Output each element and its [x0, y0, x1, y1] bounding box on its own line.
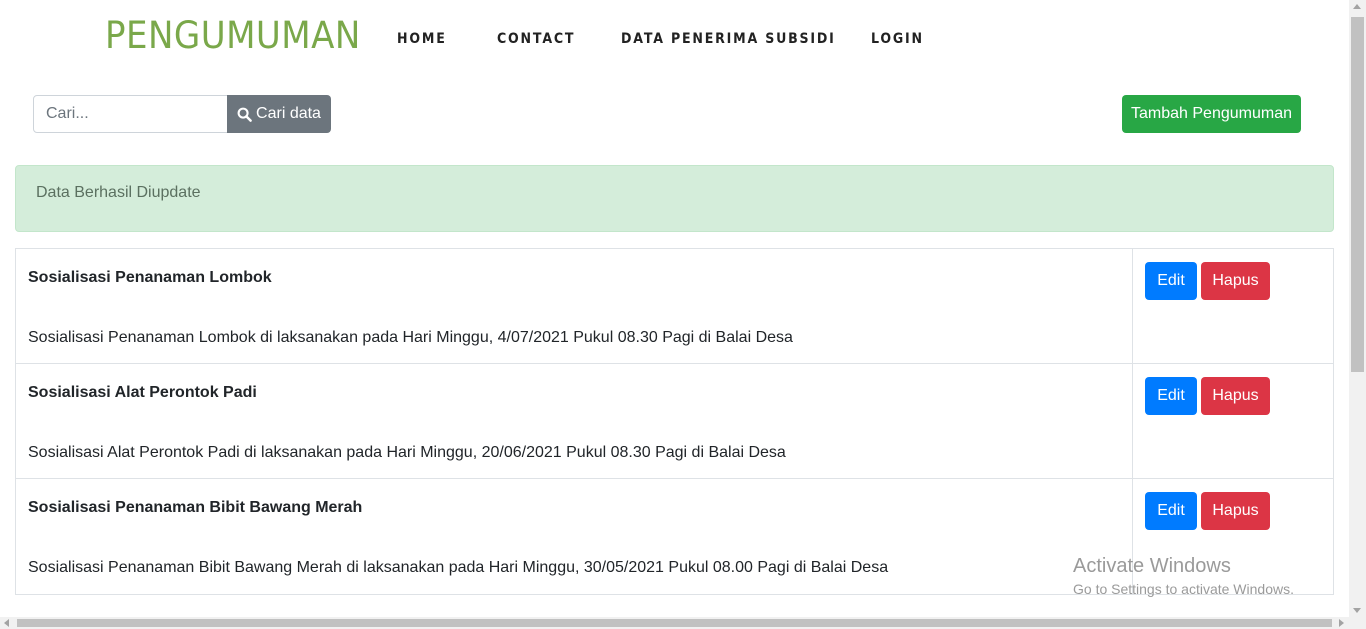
nav-contact[interactable]: CONTACT — [497, 31, 575, 47]
announcement-table: Sosialisasi Penanaman Lombok Sosialisasi… — [15, 248, 1334, 595]
table-row: Sosialisasi Alat Perontok Padi Sosialisa… — [16, 364, 1333, 479]
success-alert: Data Berhasil Diupdate — [15, 165, 1334, 232]
nav-data-penerima-subsidi[interactable]: DATA PENERIMA SUBSIDI — [621, 31, 836, 47]
search-icon — [237, 107, 252, 122]
delete-button[interactable]: Hapus — [1201, 377, 1270, 415]
search-button[interactable]: Cari data — [227, 95, 331, 133]
actions-cell: Edit Hapus — [1133, 249, 1333, 363]
scroll-up-arrow-icon[interactable] — [1353, 4, 1361, 9]
add-announcement-button[interactable]: Tambah Pengumuman — [1122, 95, 1301, 133]
nav-login[interactable]: LOGIN — [871, 31, 924, 47]
announcement-description: Sosialisasi Penanaman Lombok di laksanak… — [28, 329, 793, 346]
edit-button[interactable]: Edit — [1145, 377, 1197, 415]
table-row: Sosialisasi Penanaman Bibit Bawang Merah… — [16, 479, 1333, 594]
announcement-cell: Sosialisasi Penanaman Lombok Sosialisasi… — [16, 249, 1133, 363]
search-input[interactable] — [33, 95, 228, 133]
announcement-title: Sosialisasi Penanaman Bibit Bawang Merah — [28, 499, 363, 516]
vertical-scroll-thumb[interactable] — [1351, 17, 1364, 372]
scroll-down-arrow-icon[interactable] — [1353, 608, 1361, 613]
navbar: PENGUMUMAN HOME CONTACT DATA PENERIMA SU… — [0, 0, 1350, 80]
horizontal-scrollbar[interactable] — [0, 617, 1366, 629]
vertical-scrollbar[interactable] — [1349, 0, 1366, 617]
delete-button[interactable]: Hapus — [1201, 492, 1270, 530]
announcement-cell: Sosialisasi Alat Perontok Padi Sosialisa… — [16, 364, 1133, 478]
actions-cell: Edit Hapus — [1133, 364, 1333, 478]
brand-title[interactable]: PENGUMUMAN — [105, 14, 361, 57]
scroll-right-arrow-icon[interactable] — [1339, 619, 1344, 627]
announcement-description: Sosialisasi Alat Perontok Padi di laksan… — [28, 444, 786, 461]
nav-home[interactable]: HOME — [397, 31, 447, 47]
announcement-title: Sosialisasi Penanaman Lombok — [28, 269, 272, 286]
alert-message: Data Berhasil Diupdate — [36, 184, 201, 201]
announcement-title: Sosialisasi Alat Perontok Padi — [28, 384, 257, 401]
horizontal-scroll-thumb[interactable] — [17, 619, 1332, 627]
announcement-cell: Sosialisasi Penanaman Bibit Bawang Merah… — [16, 479, 1133, 594]
announcement-description: Sosialisasi Penanaman Bibit Bawang Merah… — [28, 559, 889, 576]
edit-button[interactable]: Edit — [1145, 492, 1197, 530]
edit-button[interactable]: Edit — [1145, 262, 1197, 300]
search-button-label: Cari data — [256, 105, 321, 122]
scroll-left-arrow-icon[interactable] — [4, 619, 9, 627]
delete-button[interactable]: Hapus — [1201, 262, 1270, 300]
table-row: Sosialisasi Penanaman Lombok Sosialisasi… — [16, 249, 1333, 364]
actions-cell: Edit Hapus — [1133, 479, 1333, 594]
